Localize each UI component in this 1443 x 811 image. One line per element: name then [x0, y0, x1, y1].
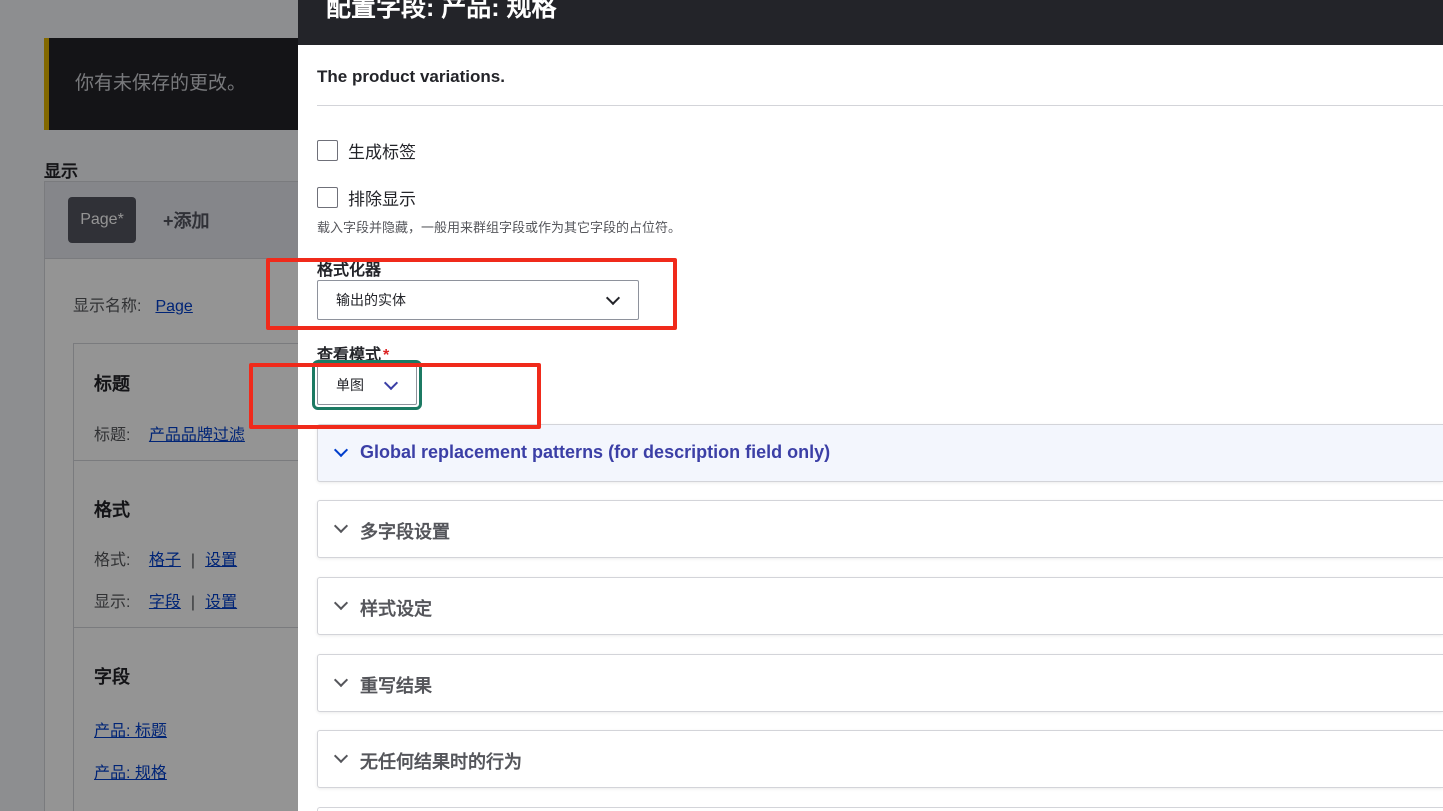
dialog-titlebar: 配置字段: 产品: 规格 [298, 0, 1443, 45]
exclude-checkbox[interactable] [317, 187, 338, 208]
exclude-help-text: 载入字段并隐藏，一般用来群组字段或作为其它字段的占位符。 [317, 220, 682, 235]
details-summary: 多字段设置 [360, 522, 450, 542]
divider [317, 105, 1443, 106]
create-label-checkbox[interactable] [317, 140, 338, 161]
details-next [317, 807, 1443, 811]
details-summary: 样式设定 [360, 599, 432, 619]
chevron-down-icon [333, 672, 349, 688]
details-summary: 无任何结果时的行为 [360, 752, 522, 772]
create-label-text: 生成标签 [348, 143, 416, 162]
details-style-settings[interactable]: 样式设定 [317, 577, 1443, 635]
chevron-down-icon [333, 442, 349, 458]
exclude-row: 排除显示 [317, 185, 416, 210]
annotation-box-formatter [266, 258, 677, 330]
exclude-label-text: 排除显示 [348, 190, 416, 209]
chevron-down-icon [333, 518, 349, 534]
details-multiple-field-settings[interactable]: 多字段设置 [317, 500, 1443, 558]
create-label-row: 生成标签 [317, 138, 416, 163]
details-global-replacement-patterns[interactable]: Global replacement patterns (for descrip… [317, 424, 1443, 482]
annotation-box-view-mode [249, 363, 541, 429]
chevron-down-icon [333, 595, 349, 611]
details-rewrite-results[interactable]: 重写结果 [317, 654, 1443, 712]
dialog-title: 配置字段: 产品: 规格 [326, 0, 557, 22]
details-no-results-behavior[interactable]: 无任何结果时的行为 [317, 730, 1443, 788]
details-summary: Global replacement patterns (for descrip… [360, 442, 831, 462]
field-description: The product variations. [317, 67, 505, 86]
details-summary: 重写结果 [360, 676, 432, 696]
chevron-down-icon [333, 748, 349, 764]
